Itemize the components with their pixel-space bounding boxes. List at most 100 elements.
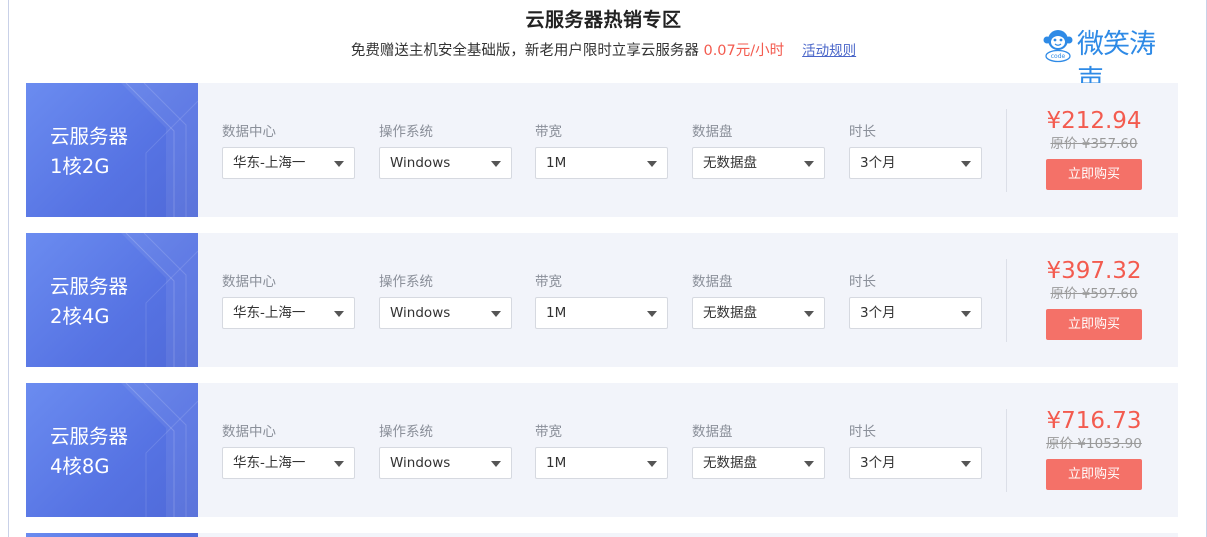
- sale-price: ¥212.94: [1046, 108, 1142, 134]
- left-border: [8, 0, 9, 537]
- price-box: ¥716.73 原价 ¥1053.90 立即购买: [1029, 405, 1159, 490]
- os-label: 操作系统: [379, 124, 433, 140]
- bandwidth-label: 带宽: [535, 124, 562, 140]
- duration-value: 3个月: [860, 155, 896, 171]
- buy-now-button[interactable]: 立即购买: [1046, 459, 1142, 490]
- duration-select[interactable]: 3个月: [849, 297, 982, 329]
- original-price: 原价 ¥1053.90: [1046, 436, 1142, 452]
- caret-down-icon: [804, 461, 814, 467]
- duration-field: 时长 3个月: [849, 272, 982, 329]
- disk-label: 数据盘: [692, 424, 733, 440]
- datacenter-select[interactable]: 华东-上海一: [222, 147, 355, 179]
- os-select[interactable]: Windows: [379, 447, 512, 479]
- os-field: 操作系统 Windows: [379, 422, 512, 479]
- product-banner: 云服务器 2核4G: [26, 233, 198, 367]
- duration-label: 时长: [849, 124, 876, 140]
- disk-select[interactable]: 无数据盘: [692, 447, 825, 479]
- datacenter-value: 华东-上海一: [233, 305, 306, 321]
- os-label: 操作系统: [379, 424, 433, 440]
- bandwidth-field: 带宽 1M: [535, 272, 668, 329]
- caret-down-icon: [804, 161, 814, 167]
- caret-down-icon: [491, 161, 501, 167]
- disk-label: 数据盘: [692, 274, 733, 290]
- datacenter-label: 数据中心: [222, 424, 276, 440]
- bandwidth-value: 1M: [546, 155, 567, 171]
- bandwidth-field: 带宽 1M: [535, 422, 668, 479]
- product-title: 云服务器 1核2G: [50, 122, 128, 182]
- caret-down-icon: [491, 461, 501, 467]
- original-price: 原价 ¥357.60: [1050, 136, 1138, 152]
- disk-value: 无数据盘: [703, 455, 757, 471]
- bandwidth-select[interactable]: 1M: [535, 147, 668, 179]
- promo-price: 0.07元/小时: [703, 43, 785, 59]
- os-select[interactable]: Windows: [379, 147, 512, 179]
- promo-subtitle: 免费赠送主机安全基础版，新老用户限时立享云服务器 0.07元/小时 活动规则: [0, 39, 1207, 60]
- caret-down-icon: [491, 311, 501, 317]
- caret-down-icon: [961, 461, 971, 467]
- bandwidth-select[interactable]: 1M: [535, 447, 668, 479]
- product-title: 云服务器 2核4G: [50, 272, 128, 332]
- product-card-partial: [26, 533, 1178, 537]
- product-name: 云服务器: [50, 125, 129, 148]
- site-logo[interactable]: code 微笑涛声: [1040, 27, 1180, 96]
- caret-down-icon: [647, 461, 657, 467]
- disk-select[interactable]: 无数据盘: [692, 297, 825, 329]
- bandwidth-label: 带宽: [535, 274, 562, 290]
- product-card: 云服务器 1核2G 数据中心 华东-上海一 操作系统 Windows 带宽 1M: [26, 83, 1178, 217]
- product-spec: 4核8G: [50, 455, 110, 478]
- os-select[interactable]: Windows: [379, 297, 512, 329]
- disk-field: 数据盘 无数据盘: [692, 422, 825, 479]
- page: 云服务器热销专区 免费赠送主机安全基础版，新老用户限时立享云服务器 0.07元/…: [0, 0, 1207, 537]
- logo-mark-text: code: [1051, 53, 1066, 60]
- duration-select[interactable]: 3个月: [849, 447, 982, 479]
- datacenter-value: 华东-上海一: [233, 155, 306, 171]
- os-value: Windows: [390, 455, 451, 471]
- sale-price: ¥716.73: [1046, 408, 1142, 434]
- caret-down-icon: [647, 161, 657, 167]
- duration-value: 3个月: [860, 305, 896, 321]
- caret-down-icon: [804, 311, 814, 317]
- duration-select[interactable]: 3个月: [849, 147, 982, 179]
- duration-value: 3个月: [860, 455, 896, 471]
- card-divider: [1006, 409, 1007, 492]
- promo-text: 免费赠送主机安全基础版，新老用户限时立享云服务器: [350, 43, 704, 59]
- datacenter-value: 华东-上海一: [233, 455, 306, 471]
- disk-label: 数据盘: [692, 124, 733, 140]
- datacenter-select[interactable]: 华东-上海一: [222, 297, 355, 329]
- activity-rules-link[interactable]: 活动规则: [802, 43, 856, 59]
- disk-value: 无数据盘: [703, 155, 757, 171]
- disk-value: 无数据盘: [703, 305, 757, 321]
- os-field: 操作系统 Windows: [379, 272, 512, 329]
- datacenter-field: 数据中心 华东-上海一: [222, 422, 355, 479]
- bandwidth-label: 带宽: [535, 424, 562, 440]
- disk-field: 数据盘 无数据盘: [692, 122, 825, 179]
- product-banner: 云服务器 4核8G: [26, 383, 198, 517]
- sale-price: ¥397.32: [1046, 258, 1142, 284]
- duration-label: 时长: [849, 424, 876, 440]
- original-price: 原价 ¥597.60: [1050, 286, 1138, 302]
- datacenter-field: 数据中心 华东-上海一: [222, 122, 355, 179]
- os-value: Windows: [390, 305, 451, 321]
- product-name: 云服务器: [50, 425, 129, 448]
- datacenter-field: 数据中心 华东-上海一: [222, 272, 355, 329]
- card-divider: [1006, 109, 1007, 192]
- duration-label: 时长: [849, 274, 876, 290]
- caret-down-icon: [334, 461, 344, 467]
- product-card: 云服务器 4核8G 数据中心 华东-上海一 操作系统 Windows 带宽 1M: [26, 383, 1178, 517]
- header: 云服务器热销专区 免费赠送主机安全基础版，新老用户限时立享云服务器 0.07元/…: [0, 0, 1207, 96]
- price-box: ¥212.94 原价 ¥357.60 立即购买: [1029, 105, 1159, 190]
- os-field: 操作系统 Windows: [379, 122, 512, 179]
- datacenter-select[interactable]: 华东-上海一: [222, 447, 355, 479]
- product-title: 云服务器 4核8G: [50, 422, 128, 482]
- disk-select[interactable]: 无数据盘: [692, 147, 825, 179]
- product-banner: [26, 533, 198, 537]
- price-box: ¥397.32 原价 ¥597.60 立即购买: [1029, 255, 1159, 340]
- duration-field: 时长 3个月: [849, 422, 982, 479]
- product-banner: 云服务器 1核2G: [26, 83, 198, 217]
- buy-now-button[interactable]: 立即购买: [1046, 159, 1142, 190]
- duration-field: 时长 3个月: [849, 122, 982, 179]
- buy-now-button[interactable]: 立即购买: [1046, 309, 1142, 340]
- caret-down-icon: [961, 161, 971, 167]
- datacenter-label: 数据中心: [222, 124, 276, 140]
- bandwidth-select[interactable]: 1M: [535, 297, 668, 329]
